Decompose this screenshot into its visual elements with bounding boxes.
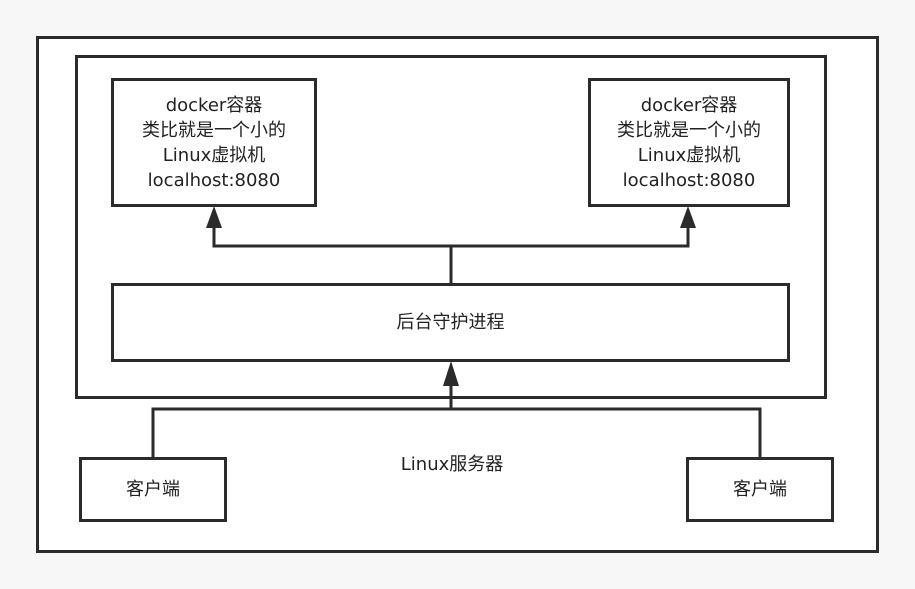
docker-container-box-left: docker容器 类比就是一个小的 Linux虚拟机 localhost:808… <box>111 78 317 207</box>
container-left-vm: Linux虚拟机 <box>162 144 266 166</box>
daemon-process-box: 后台守护进程 <box>111 283 790 362</box>
container-left-address: localhost:8080 <box>147 169 281 191</box>
container-right-desc: 类比就是一个小的 <box>617 119 761 141</box>
client-box-right: 客户端 <box>686 457 834 522</box>
docker-container-box-right: docker容器 类比就是一个小的 Linux虚拟机 localhost:808… <box>588 78 790 207</box>
container-right-title: docker容器 <box>640 94 738 116</box>
client-right-label: 客户端 <box>733 479 787 500</box>
linux-server-label: Linux服务器 <box>400 454 504 475</box>
container-left-title: docker容器 <box>165 94 263 116</box>
container-right-address: localhost:8080 <box>622 169 756 191</box>
container-left-desc: 类比就是一个小的 <box>142 119 286 141</box>
client-box-left: 客户端 <box>79 457 227 522</box>
client-left-label: 客户端 <box>126 479 180 500</box>
daemon-label: 后台守护进程 <box>396 312 505 333</box>
container-right-vm: Linux虚拟机 <box>637 144 741 166</box>
